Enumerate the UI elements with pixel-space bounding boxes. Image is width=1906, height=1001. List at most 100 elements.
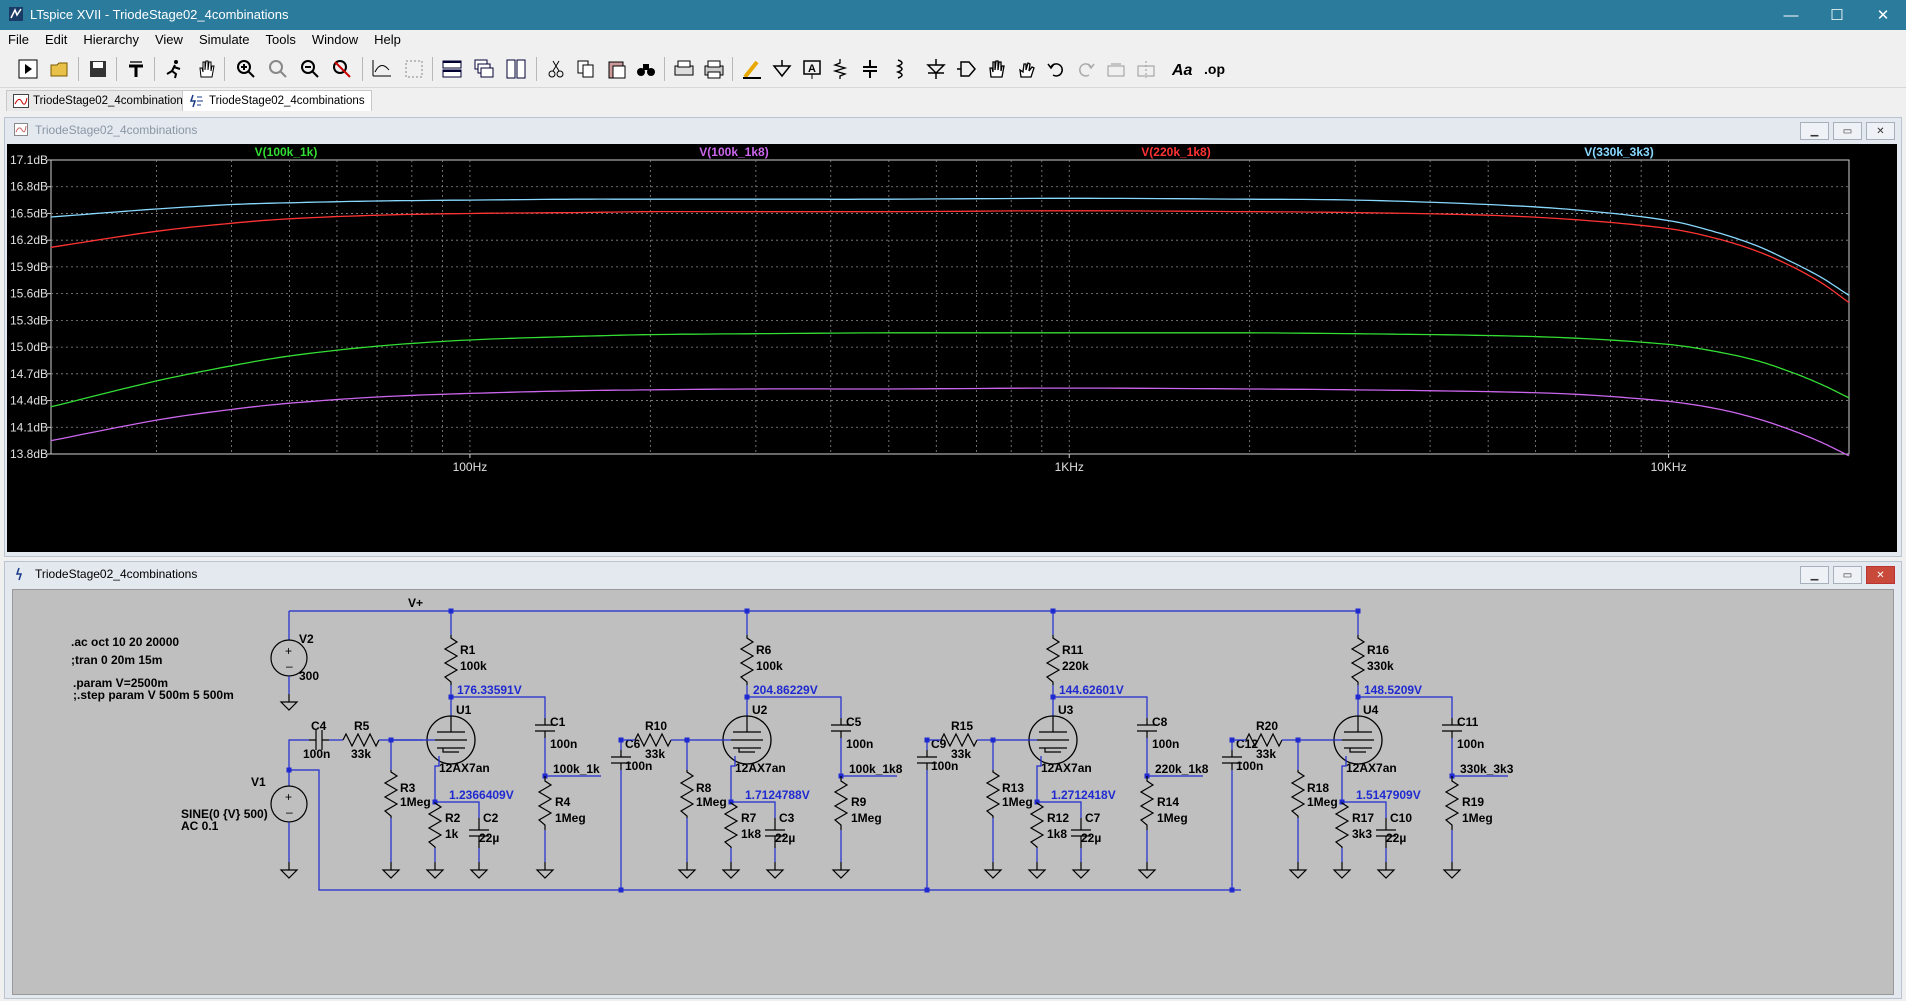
menu-simulate[interactable]: Simulate — [191, 30, 258, 50]
tile-horizontal-icon[interactable] — [438, 55, 466, 83]
run-man-icon[interactable] — [160, 55, 188, 83]
resistor-symbol — [1444, 776, 1460, 830]
resistor-symbol — [723, 802, 739, 848]
menu-view[interactable]: View — [147, 30, 191, 50]
component-label: 1Meg — [555, 811, 586, 825]
y-tick-label: 15.9dB — [10, 260, 48, 274]
schematic-maximize-button[interactable]: ▭ — [1833, 566, 1862, 584]
menu-hierarchy[interactable]: Hierarchy — [75, 30, 147, 50]
run-icon[interactable] — [14, 55, 42, 83]
component-label: C2 — [483, 811, 499, 825]
component-label: C5 — [846, 715, 862, 729]
component-label: R13 — [1002, 781, 1024, 795]
text-icon[interactable]: Aa — [1170, 55, 1198, 83]
component-label: 100n — [846, 737, 873, 751]
resistor-icon[interactable] — [826, 55, 854, 83]
redo-icon[interactable] — [1072, 55, 1100, 83]
plot-minimize-button[interactable]: ▁ — [1800, 122, 1829, 140]
label-net-icon[interactable]: A — [798, 55, 826, 83]
ground-icon[interactable] — [768, 55, 796, 83]
schematic-canvas[interactable]: V+ + – V2 300 .ac oct 10 20 20000 ;tran 0 20m … — [12, 589, 1894, 995]
mirror-icon[interactable] — [1132, 55, 1160, 83]
autorange-icon[interactable] — [368, 55, 396, 83]
component-icon[interactable] — [952, 55, 980, 83]
component-label: 100n — [1152, 737, 1179, 751]
component-label: 3k3 — [1352, 827, 1372, 841]
component-label: 33k — [351, 747, 371, 761]
close-button[interactable]: ✕ — [1860, 0, 1906, 30]
component-label: R5 — [354, 719, 370, 733]
mark-data-icon[interactable] — [400, 55, 428, 83]
spice-directive-icon[interactable]: .op — [1202, 55, 1230, 83]
plot-maximize-button[interactable]: ▭ — [1833, 122, 1862, 140]
component-label: 22µ — [1386, 831, 1406, 845]
tab-plot[interactable]: TriodeStage02_4combinations — [6, 90, 196, 111]
resistor-symbol — [443, 635, 459, 685]
zoom-out-icon[interactable] — [296, 55, 324, 83]
move-hand-icon[interactable] — [982, 55, 1010, 83]
triode-electrodes — [1037, 716, 1069, 753]
find-icon[interactable] — [632, 55, 660, 83]
menu-help[interactable]: Help — [366, 30, 409, 50]
open-icon[interactable] — [46, 55, 74, 83]
inductor-icon[interactable] — [886, 55, 914, 83]
svg-text:A: A — [808, 63, 816, 75]
print-icon[interactable] — [700, 55, 728, 83]
ground-symbol — [1442, 862, 1462, 879]
save-icon[interactable] — [84, 55, 112, 83]
cut-icon[interactable] — [542, 55, 570, 83]
component-label: 100n — [1236, 759, 1263, 773]
print-setup-icon[interactable] — [670, 55, 698, 83]
pan-hand-icon[interactable] — [192, 55, 220, 83]
waveform-plot[interactable]: 17.1dB 16.8dB 16.5dB 16.2dB 15.9dB 15.6dB 15.3… — [7, 144, 1897, 552]
draw-wire-icon[interactable] — [738, 55, 766, 83]
plus-sign: + — [285, 790, 292, 804]
plot-close-button[interactable]: ✕ — [1866, 122, 1895, 140]
resistor-symbol — [940, 732, 978, 748]
resistor-symbol — [342, 732, 380, 748]
drag-hand-icon[interactable] — [1012, 55, 1040, 83]
component-label: R15 — [951, 719, 973, 733]
component-label: 12AX7an — [1346, 761, 1397, 775]
copy-icon[interactable] — [572, 55, 600, 83]
tab-schematic[interactable]: TriodeStage02_4combinations — [182, 90, 372, 111]
capacitor-icon[interactable] — [856, 55, 884, 83]
minus-sign: – — [286, 659, 293, 673]
ground-symbol — [279, 694, 299, 711]
zoom-cancel-icon[interactable] — [328, 55, 356, 83]
component-label: 100n — [931, 759, 958, 773]
diode-icon[interactable] — [922, 55, 950, 83]
schematic-icon — [15, 567, 23, 581]
minimize-button[interactable]: — — [1768, 0, 1814, 30]
maximize-button[interactable]: ☐ — [1814, 0, 1860, 30]
zoom-in-icon[interactable] — [232, 55, 260, 83]
cathode-voltage: 1.2712418V — [1051, 788, 1116, 802]
component-label: 22µ — [775, 831, 795, 845]
component-label: R10 — [645, 719, 667, 733]
rotate-icon[interactable] — [1102, 55, 1130, 83]
menu-window[interactable]: Window — [304, 30, 366, 50]
menu-file[interactable]: File — [0, 30, 37, 50]
schematic-minimize-button[interactable]: ▁ — [1800, 566, 1829, 584]
control-panel-icon[interactable] — [122, 55, 150, 83]
tile-vertical-icon[interactable] — [502, 55, 530, 83]
waveform-icon — [13, 94, 29, 108]
zoom-full-icon[interactable] — [264, 55, 292, 83]
paste-icon[interactable] — [602, 55, 630, 83]
schematic-svg: V++–V2300.ac oct 10 20 20000;tran 0 20m … — [71, 596, 1514, 893]
cascade-icon[interactable] — [470, 55, 498, 83]
component-label: R17 — [1352, 811, 1374, 825]
schematic-close-button[interactable]: ✕ — [1866, 566, 1895, 584]
menu-tools[interactable]: Tools — [258, 30, 304, 50]
plate-voltage: 176.33591V — [457, 683, 522, 697]
component-label: R20 — [1256, 719, 1278, 733]
component-label: 12AX7an — [1041, 761, 1092, 775]
schematic-window-title: TriodeStage02_4combinations — [35, 567, 198, 581]
component-label: 33k — [951, 747, 971, 761]
component-label: R8 — [696, 781, 712, 795]
undo-icon[interactable] — [1042, 55, 1070, 83]
ltspice-app-icon — [9, 7, 23, 21]
ground-symbol — [721, 862, 741, 879]
menu-edit[interactable]: Edit — [37, 30, 75, 50]
resistor-symbol — [537, 776, 553, 830]
